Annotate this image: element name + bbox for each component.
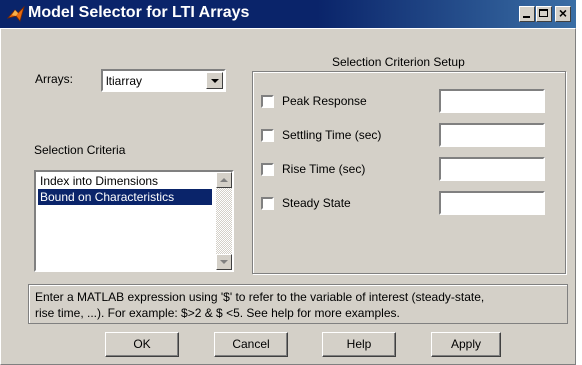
cancel-button[interactable]: Cancel xyxy=(214,332,288,357)
scroll-down-button[interactable] xyxy=(216,254,232,270)
settling-time-checkbox[interactable] xyxy=(261,129,274,142)
dialog-window: Model Selector for LTI Arrays × Arrays: … xyxy=(0,0,576,365)
scroll-up-icon xyxy=(220,178,228,182)
scroll-down-icon xyxy=(220,260,228,264)
settling-time-field[interactable] xyxy=(439,123,545,147)
steady-state-checkbox[interactable] xyxy=(261,197,274,210)
help-text: Enter a MATLAB expression using '$' to r… xyxy=(35,289,565,321)
minimize-icon xyxy=(523,16,530,18)
chevron-down-icon xyxy=(211,79,219,83)
minimize-button[interactable] xyxy=(519,6,535,22)
settling-time-label: Settling Time (sec) xyxy=(282,128,382,142)
criterion-setup-title: Selection Criterion Setup xyxy=(326,55,471,69)
help-text-box: Enter a MATLAB expression using '$' to r… xyxy=(28,284,568,324)
arrays-dropdown[interactable]: ltiarray xyxy=(101,69,226,92)
window-title: Model Selector for LTI Arrays xyxy=(28,4,250,21)
help-text-line-1: Enter a MATLAB expression using '$' to r… xyxy=(35,290,485,304)
list-scrollbar[interactable] xyxy=(216,172,232,270)
peak-response-checkbox[interactable] xyxy=(261,95,274,108)
arrays-label: Arrays: xyxy=(35,72,74,86)
rise-time-checkbox[interactable] xyxy=(261,163,274,176)
scroll-up-button[interactable] xyxy=(216,172,232,188)
help-button[interactable]: Help xyxy=(322,332,396,357)
peak-response-field[interactable] xyxy=(439,89,545,113)
maximize-icon xyxy=(539,9,548,17)
ok-button[interactable]: OK xyxy=(105,332,179,357)
dropdown-arrow-button[interactable] xyxy=(206,72,223,89)
list-item-selected[interactable]: Bound on Characteristics xyxy=(38,189,212,205)
steady-state-label: Steady State xyxy=(282,196,351,210)
close-button[interactable]: × xyxy=(555,5,571,22)
steady-state-field[interactable] xyxy=(439,191,545,215)
matlab-icon xyxy=(7,6,25,22)
peak-response-label: Peak Response xyxy=(282,94,367,108)
close-icon: × xyxy=(558,5,568,21)
arrays-selected-value: ltiarray xyxy=(106,74,143,88)
selection-criteria-label: Selection Criteria xyxy=(34,143,126,157)
selection-criteria-list[interactable]: Index into Dimensions Bound on Character… xyxy=(34,170,234,272)
title-bar[interactable]: Model Selector for LTI Arrays × xyxy=(0,0,576,28)
list-item[interactable]: Index into Dimensions xyxy=(38,173,216,189)
rise-time-label: Rise Time (sec) xyxy=(282,162,366,176)
maximize-button[interactable] xyxy=(536,6,552,22)
apply-button[interactable]: Apply xyxy=(431,332,501,357)
help-text-line-2: rise time, ...). For example: $>2 & $ <5… xyxy=(35,306,400,320)
rise-time-field[interactable] xyxy=(439,157,545,181)
